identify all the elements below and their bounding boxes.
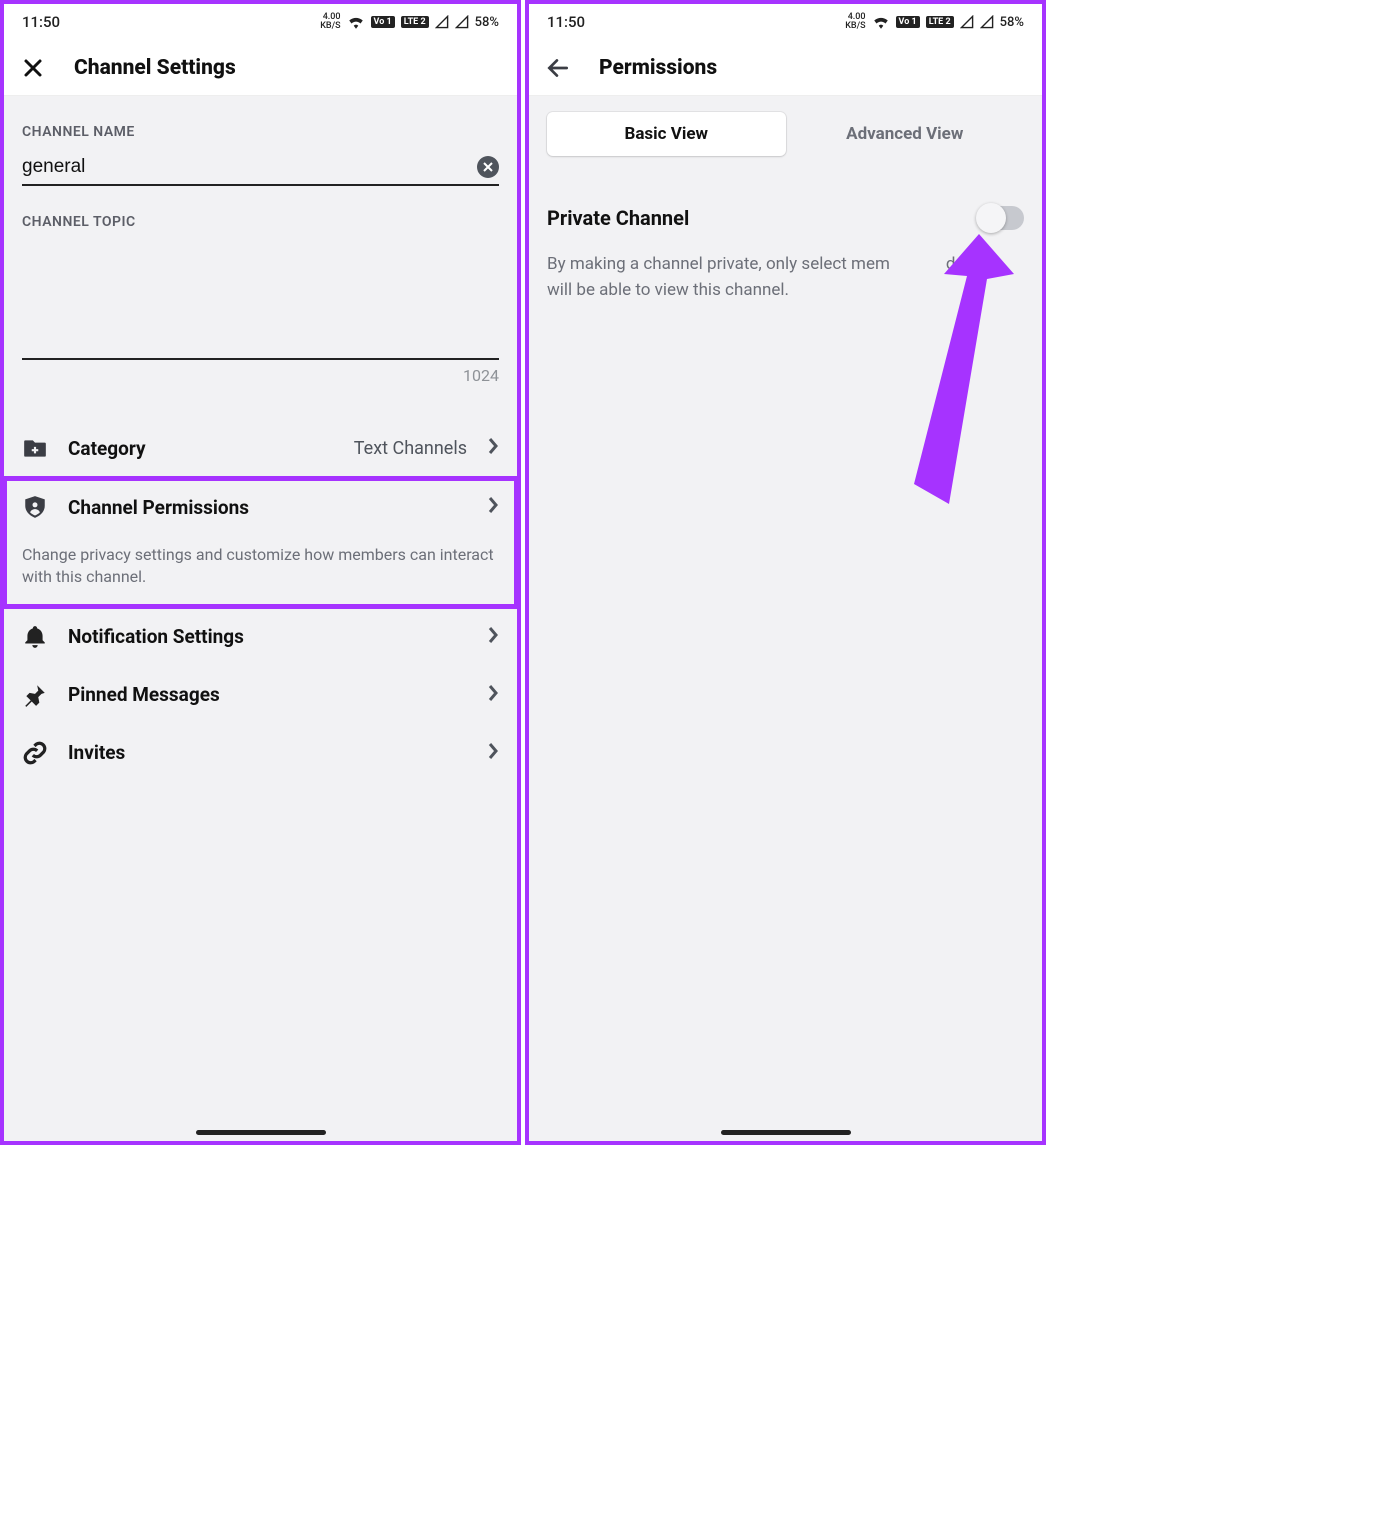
chevron-right-icon bbox=[487, 625, 499, 649]
chevron-right-icon bbox=[487, 683, 499, 707]
lte-badge-1: Vo 1 bbox=[896, 16, 920, 28]
row-value: Text Channels bbox=[354, 438, 467, 459]
network-speed: 4.00KB/S bbox=[320, 13, 340, 31]
folder-plus-icon bbox=[22, 435, 48, 461]
battery-text: 58% bbox=[1000, 15, 1024, 30]
view-tabs: Basic View Advanced View bbox=[529, 96, 1042, 162]
private-channel-description: By making a channel private, only select… bbox=[529, 240, 1042, 315]
appbar: Channel Settings bbox=[4, 40, 517, 96]
chevron-right-icon bbox=[487, 495, 499, 519]
close-icon[interactable] bbox=[18, 53, 48, 83]
permissions-description: Change privacy settings and customize ho… bbox=[4, 536, 517, 607]
row-private-channel: Private Channel bbox=[529, 162, 1042, 240]
signal-icon-2 bbox=[980, 15, 994, 29]
row-category[interactable]: Category Text Channels bbox=[4, 419, 517, 477]
wifi-icon bbox=[872, 15, 890, 29]
topic-counter: 1024 bbox=[4, 360, 517, 385]
status-time: 11:50 bbox=[22, 13, 60, 31]
back-icon[interactable] bbox=[543, 53, 573, 83]
row-label: Channel Permissions bbox=[68, 496, 467, 519]
status-time: 11:50 bbox=[547, 13, 585, 31]
tab-basic-view[interactable]: Basic View bbox=[547, 112, 786, 156]
channel-topic-input[interactable] bbox=[22, 240, 499, 360]
clear-icon[interactable] bbox=[477, 156, 499, 178]
battery-text: 58% bbox=[475, 15, 499, 30]
label-channel-name: CHANNEL NAME bbox=[4, 96, 517, 150]
highlight-permissions: Channel Permissions Change privacy setti… bbox=[4, 478, 517, 607]
signal-icon-1 bbox=[435, 15, 449, 29]
network-speed: 4.00KB/S bbox=[845, 13, 865, 31]
row-label: Pinned Messages bbox=[68, 683, 467, 706]
pin-icon bbox=[22, 682, 48, 708]
page-title: Channel Settings bbox=[74, 56, 236, 80]
statusbar: 11:50 4.00KB/S Vo 1 LTE 2 58% bbox=[4, 4, 517, 40]
phone-left-channel-settings: 11:50 4.00KB/S Vo 1 LTE 2 58% Channel Se… bbox=[0, 0, 521, 1145]
appbar: Permissions bbox=[529, 40, 1042, 96]
row-notification-settings[interactable]: Notification Settings bbox=[4, 608, 517, 666]
link-icon bbox=[22, 740, 48, 766]
android-navbar[interactable] bbox=[196, 1130, 326, 1135]
chevron-right-icon bbox=[487, 741, 499, 765]
signal-icon-1 bbox=[960, 15, 974, 29]
channel-name-input[interactable] bbox=[22, 156, 477, 178]
lte-badge-2: LTE 2 bbox=[926, 16, 954, 28]
row-pinned-messages[interactable]: Pinned Messages bbox=[4, 666, 517, 724]
private-channel-toggle[interactable] bbox=[978, 206, 1024, 230]
lte-badge-1: Vo 1 bbox=[371, 16, 395, 28]
row-channel-permissions[interactable]: Channel Permissions bbox=[4, 478, 517, 536]
android-navbar[interactable] bbox=[721, 1130, 851, 1135]
lte-badge-2: LTE 2 bbox=[401, 16, 429, 28]
signal-icon-2 bbox=[455, 15, 469, 29]
page-title: Permissions bbox=[599, 56, 717, 80]
tab-advanced-view[interactable]: Advanced View bbox=[786, 112, 1025, 156]
label-channel-topic: CHANNEL TOPIC bbox=[4, 186, 517, 240]
toggle-label: Private Channel bbox=[547, 206, 966, 230]
row-label: Notification Settings bbox=[68, 625, 467, 648]
statusbar: 11:50 4.00KB/S Vo 1 LTE 2 58% bbox=[529, 4, 1042, 40]
phone-right-permissions: 11:50 4.00KB/S Vo 1 LTE 2 58% Permission… bbox=[525, 0, 1046, 1145]
channel-name-field[interactable] bbox=[22, 150, 499, 186]
shield-person-icon bbox=[22, 494, 48, 520]
row-invites[interactable]: Invites bbox=[4, 724, 517, 782]
row-label: Category bbox=[68, 437, 334, 460]
chevron-right-icon bbox=[487, 436, 499, 460]
bell-icon bbox=[22, 624, 48, 650]
wifi-icon bbox=[347, 15, 365, 29]
row-label: Invites bbox=[68, 741, 467, 764]
